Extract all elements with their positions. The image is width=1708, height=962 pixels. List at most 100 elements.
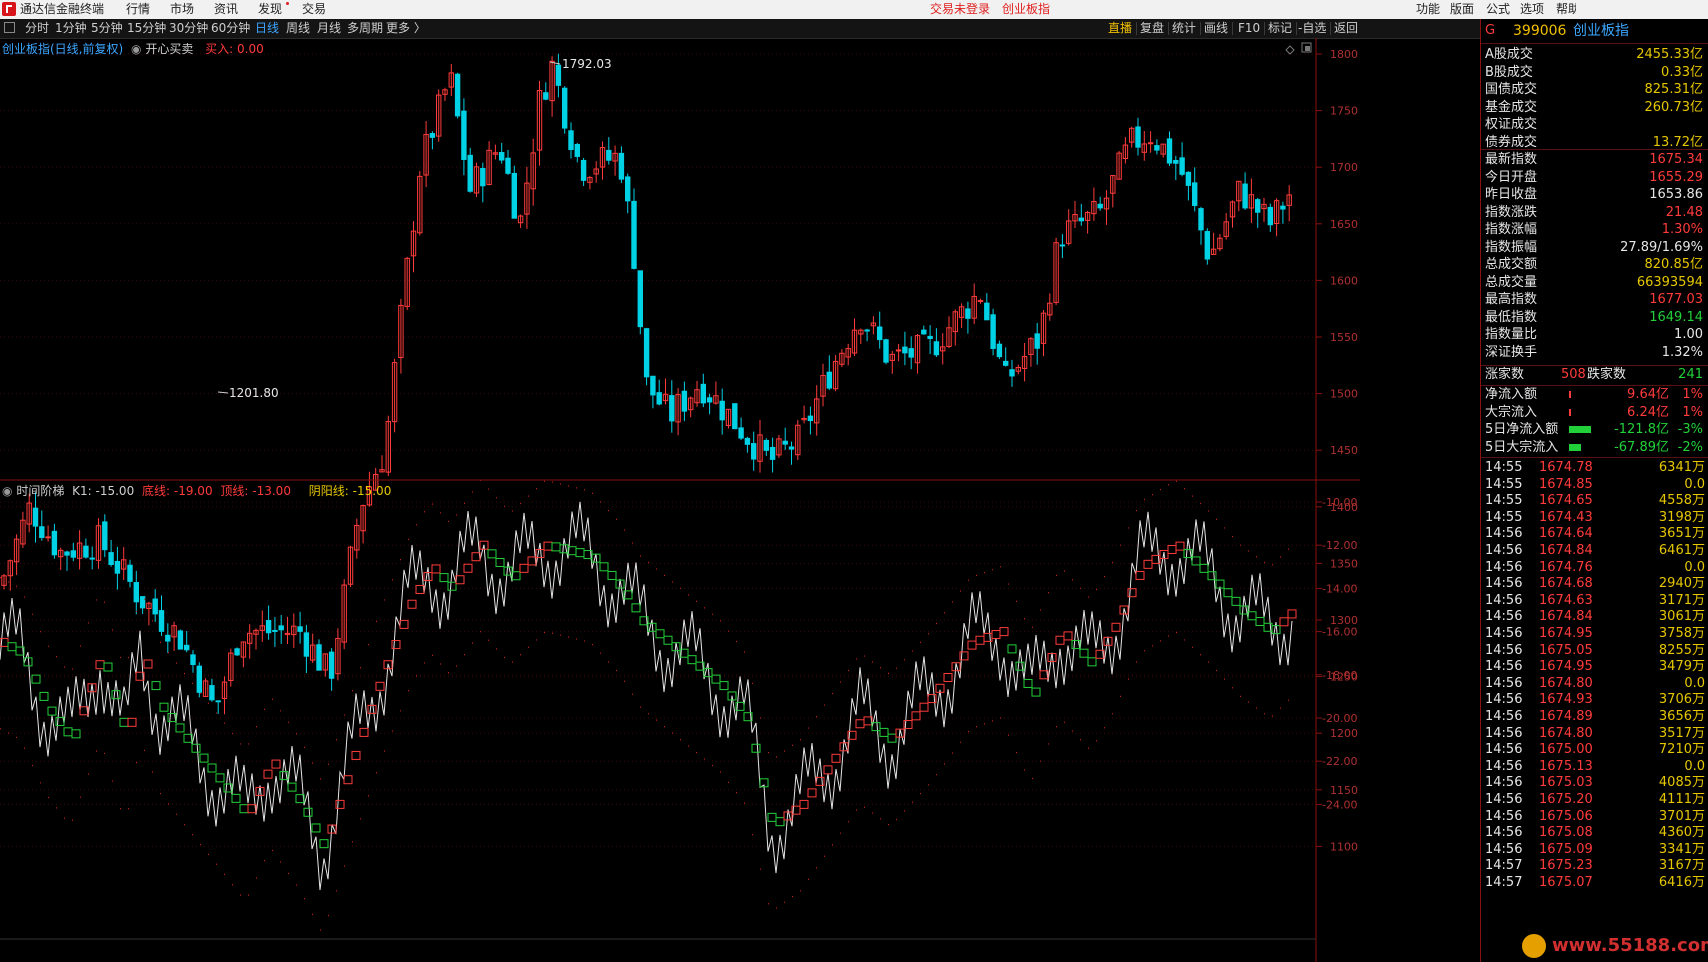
ladder-block bbox=[471, 552, 481, 562]
tool-f10[interactable]: F10 bbox=[1238, 21, 1260, 36]
tool-draw[interactable]: 画线 bbox=[1204, 21, 1228, 36]
stat-label: 最高指数 bbox=[1485, 292, 1538, 307]
tick-volume: 0.0 bbox=[1684, 559, 1705, 575]
tick-row: 14:56 1674.89 3656万 bbox=[1481, 708, 1707, 726]
menu-trade[interactable]: 交易 bbox=[302, 2, 326, 16]
y-tick-label: -18.00 bbox=[1322, 669, 1357, 682]
candle bbox=[152, 598, 158, 615]
ladder-block bbox=[359, 727, 369, 737]
candle bbox=[681, 390, 688, 412]
ladder-block bbox=[975, 635, 985, 645]
stat-label: 指数涨幅 bbox=[1485, 222, 1538, 237]
tool-stats[interactable]: 统计 bbox=[1172, 21, 1196, 36]
indicator-name[interactable]: 开心买卖 bbox=[145, 42, 193, 56]
ladder-block bbox=[487, 549, 497, 559]
app-title: 通达信金融终端 bbox=[20, 2, 105, 16]
stat-value: 1.32% bbox=[1661, 344, 1703, 360]
tick-row: 14:56 1674.80 0.0 bbox=[1481, 675, 1707, 693]
menu-exchange[interactable]: 市场 bbox=[170, 2, 194, 16]
tick-time: 14:55 bbox=[1485, 493, 1523, 509]
tool-watchlist[interactable]: -自选 bbox=[1298, 21, 1326, 36]
tick-time: 14:56 bbox=[1485, 559, 1523, 575]
panel-toggle-icon[interactable] bbox=[4, 22, 15, 33]
tick-row: 14:55 1674.43 3198万 bbox=[1481, 509, 1707, 527]
tool-live[interactable]: 直播 bbox=[1108, 21, 1132, 36]
period-daily[interactable]: 日线 bbox=[255, 21, 279, 36]
candle bbox=[933, 341, 940, 356]
menu-discover[interactable]: 发现 bbox=[258, 2, 282, 16]
flow-label: 净流入额 bbox=[1485, 387, 1538, 402]
ladder-block bbox=[263, 769, 273, 779]
flow-pct: 1% bbox=[1682, 387, 1703, 402]
trade-login-status[interactable]: 交易未登录 bbox=[930, 2, 990, 16]
candle bbox=[272, 629, 278, 632]
menu-help[interactable]: 帮助 bbox=[1556, 2, 1576, 16]
tick-row: 14:56 1674.63 3171万 bbox=[1481, 592, 1707, 610]
tool-replay[interactable]: 复盘 bbox=[1140, 21, 1164, 36]
stat-label: 最新指数 bbox=[1485, 152, 1538, 167]
sub-indicator-name[interactable]: 时间阶梯 bbox=[16, 484, 64, 498]
candle bbox=[637, 270, 643, 328]
period-30min[interactable]: 30分钟 bbox=[169, 21, 208, 36]
candle bbox=[39, 526, 45, 538]
ladder-block bbox=[143, 659, 153, 669]
ladder-block bbox=[607, 570, 617, 580]
tick-price: 1674.63 bbox=[1539, 592, 1593, 608]
period-multi[interactable]: 多周期 bbox=[347, 21, 383, 36]
ladder-block bbox=[967, 640, 977, 650]
y-tick-label: 1100 bbox=[1330, 840, 1358, 853]
menu-function[interactable]: 功能 bbox=[1416, 2, 1440, 16]
ladder-block bbox=[423, 572, 433, 582]
flow-pct: -2% bbox=[1677, 439, 1703, 455]
quote-code: 399006 bbox=[1513, 23, 1567, 39]
tick-price: 1674.85 bbox=[1539, 476, 1593, 492]
candle bbox=[1166, 138, 1173, 164]
period-tick[interactable]: 分时 bbox=[25, 21, 49, 36]
ladder-block bbox=[343, 775, 353, 785]
menu-options[interactable]: 选项 bbox=[1520, 2, 1544, 16]
indicator-gear-icon[interactable]: ◉ bbox=[131, 42, 141, 56]
chart-corner-icons[interactable] bbox=[1285, 42, 1312, 55]
tool-back[interactable]: 返回 bbox=[1334, 21, 1358, 36]
tick-row: 14:57 1675.23 3167万 bbox=[1481, 857, 1707, 875]
stat-label: A股成交 bbox=[1485, 47, 1533, 62]
ladder-block bbox=[823, 765, 833, 775]
chart-area[interactable]: 1800175017001650160015501500145014001350… bbox=[0, 38, 1480, 962]
quote-header: G 399006 创业板指 bbox=[1485, 22, 1705, 40]
y-tick-label: -20.00 bbox=[1322, 712, 1357, 725]
ladder-block bbox=[775, 817, 785, 827]
ladder-block bbox=[127, 717, 137, 727]
tick-volume: 3651万 bbox=[1658, 526, 1705, 542]
tick-volume: 0.0 bbox=[1684, 675, 1705, 691]
menu-formula[interactable]: 公式 bbox=[1486, 2, 1510, 16]
period-1min[interactable]: 1分钟 bbox=[55, 21, 87, 36]
ladder-block bbox=[159, 702, 169, 712]
tick-row: 14:56 1674.84 3061万 bbox=[1481, 608, 1707, 626]
menu-market[interactable]: 行情 bbox=[126, 2, 150, 16]
period-monthly[interactable]: 月线 bbox=[317, 21, 341, 36]
stat-value: 0.33亿 bbox=[1661, 64, 1703, 80]
flow-pct: 1% bbox=[1682, 404, 1703, 420]
tool-mark[interactable]: 标记 bbox=[1268, 21, 1292, 36]
tick-volume: 3198万 bbox=[1658, 509, 1705, 525]
tick-volume: 3758万 bbox=[1658, 626, 1705, 641]
candle bbox=[1135, 126, 1141, 148]
candle bbox=[631, 200, 637, 269]
tick-time: 14:55 bbox=[1485, 460, 1523, 475]
ladder-block bbox=[1007, 644, 1017, 654]
period-weekly[interactable]: 周线 bbox=[286, 21, 310, 36]
ladder-block bbox=[1031, 687, 1041, 697]
period-15min[interactable]: 15分钟 bbox=[127, 21, 166, 36]
menu-news[interactable]: 资讯 bbox=[214, 2, 238, 16]
sub-indicator-gear-icon[interactable]: ◉ bbox=[2, 484, 12, 498]
period-60min[interactable]: 60分钟 bbox=[211, 21, 250, 36]
buy-value: 买入: 0.00 bbox=[205, 42, 264, 56]
ladder-block bbox=[631, 603, 641, 613]
low-marker: 1201.80 bbox=[217, 386, 279, 400]
period-toolbar: 分时 1分钟 5分钟 15分钟 30分钟 60分钟 日线 周线 月线 多周期 更… bbox=[0, 19, 1480, 39]
period-5min[interactable]: 5分钟 bbox=[91, 21, 123, 36]
period-more[interactable]: 更多 〉 bbox=[386, 21, 426, 36]
menu-layout[interactable]: 版面 bbox=[1450, 2, 1474, 16]
candle bbox=[625, 176, 631, 202]
candle bbox=[32, 507, 39, 527]
